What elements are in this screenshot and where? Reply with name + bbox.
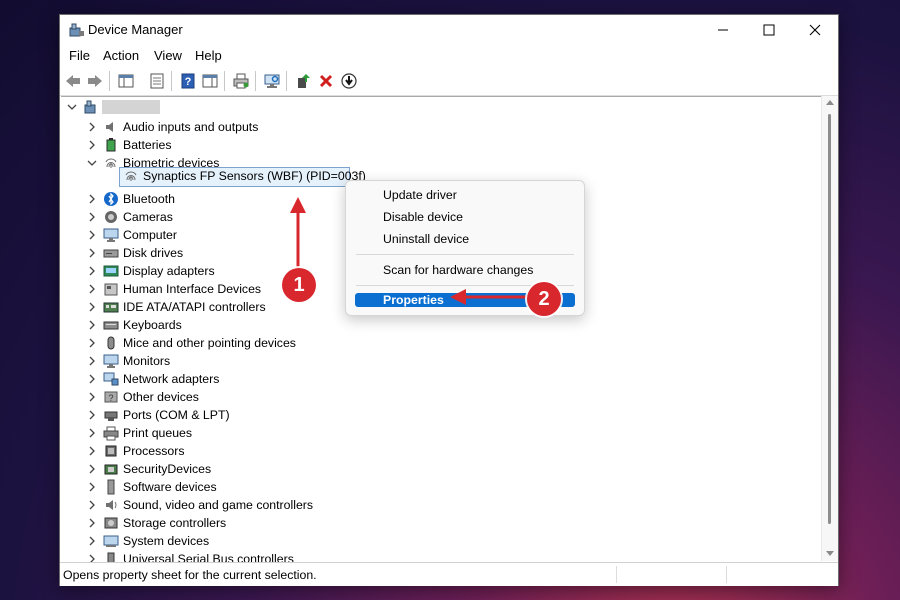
arrow-2 xyxy=(450,289,528,305)
arrow-1 xyxy=(290,197,306,270)
annotation-badge-1: 1 xyxy=(282,268,316,302)
annotation-arrows xyxy=(290,197,528,305)
annotation-badge-2: 2 xyxy=(527,282,561,316)
